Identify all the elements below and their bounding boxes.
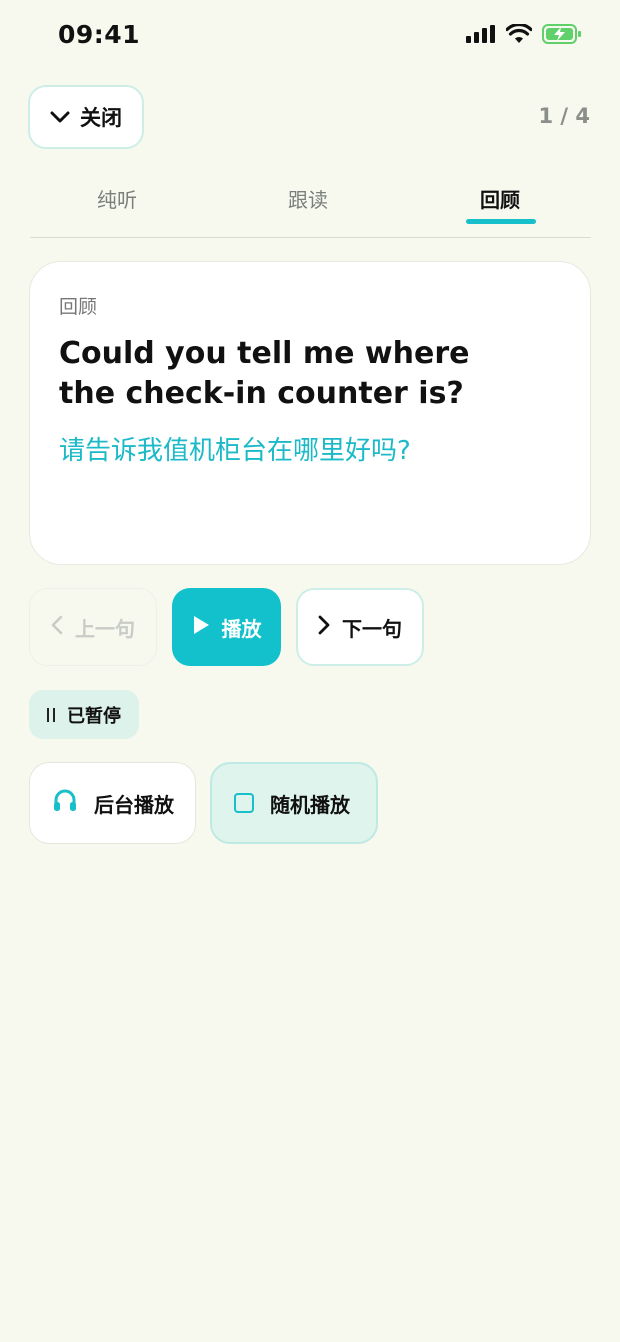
screen: 09:41 关闭 1 / 4 纯听 跟读 回顾 回顾 Could you tel… — [0, 0, 620, 1342]
previous-sentence-button[interactable]: 上一句 — [29, 588, 157, 666]
sentence-chinese: 请告诉我值机柜台在哪里好吗? — [59, 436, 411, 466]
playback-state-badge: 已暂停 — [29, 690, 139, 739]
play-label: 播放 — [221, 616, 262, 641]
next-label: 下一句 — [342, 616, 402, 641]
playback-state-label: 已暂停 — [67, 705, 121, 727]
shuffle-play-toggle[interactable]: 随机播放 — [210, 762, 378, 844]
chevron-down-icon — [50, 105, 70, 129]
close-label: 关闭 — [80, 106, 122, 130]
play-button[interactable]: 播放 — [172, 588, 281, 666]
tab-listen[interactable]: 纯听 — [97, 184, 137, 213]
status-icons — [466, 22, 582, 48]
previous-label: 上一句 — [75, 616, 135, 641]
signal-icon — [466, 25, 496, 47]
pause-icon — [47, 707, 55, 722]
play-icon — [192, 615, 210, 640]
active-tab-indicator — [466, 219, 536, 224]
status-time: 09:41 — [58, 20, 141, 49]
progress-counter: 1 / 4 — [538, 104, 590, 128]
next-sentence-button[interactable]: 下一句 — [296, 588, 424, 666]
card-label: 回顾 — [59, 296, 98, 318]
tab-shadow[interactable]: 跟读 — [288, 184, 328, 213]
chevron-left-icon — [51, 615, 63, 640]
background-play-toggle[interactable]: 后台播放 — [29, 762, 196, 844]
mode-tabs: 纯听 跟读 回顾 — [30, 170, 591, 238]
shuffle-checkbox[interactable] — [234, 793, 254, 813]
battery-charging-icon — [542, 24, 582, 48]
background-play-label: 后台播放 — [94, 792, 174, 817]
close-button[interactable]: 关闭 — [28, 85, 144, 149]
tab-review[interactable]: 回顾 — [480, 184, 520, 213]
sentence-english: Could you tell me where the check-in cou… — [59, 336, 470, 411]
shuffle-play-label: 随机播放 — [270, 792, 350, 817]
headphones-icon — [52, 788, 78, 819]
chevron-right-icon — [318, 615, 330, 640]
wifi-icon — [505, 22, 533, 48]
sentence-card: 回顾 Could you tell me where the check-in … — [29, 261, 591, 565]
